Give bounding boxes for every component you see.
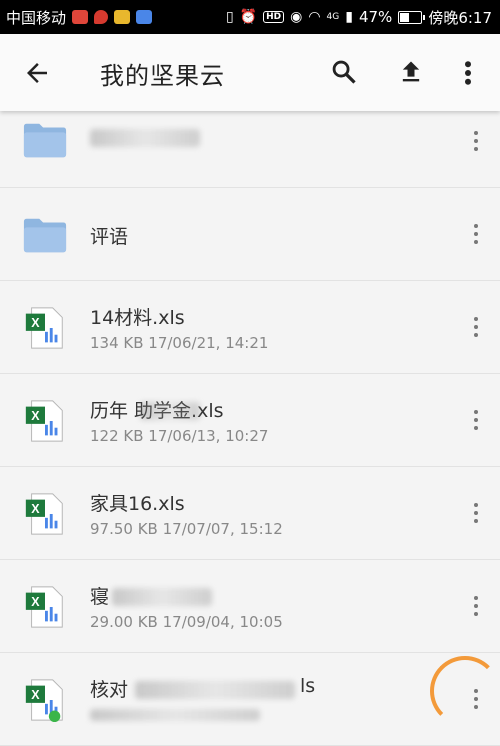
- list-item[interactable]: X 寝 29.00 KB 17/09/04, 10:05: [0, 560, 500, 653]
- item-more-icon[interactable]: [470, 501, 482, 525]
- file-name: 家具16.xls: [90, 493, 185, 515]
- status-right: ▯ ⏰ HD ◉ ◠ 4G ▮ 47% 傍晚6:17: [226, 7, 492, 28]
- search-icon[interactable]: [330, 58, 358, 86]
- notification-icon-yellow: [114, 10, 131, 24]
- item-more-icon[interactable]: [470, 594, 482, 618]
- excel-file-icon: X: [25, 493, 63, 535]
- app-bar: 我的坚果云: [0, 34, 500, 111]
- carrier-label: 中国移动: [6, 8, 67, 27]
- item-more-icon[interactable]: [470, 222, 482, 246]
- item-more-icon[interactable]: [470, 129, 482, 153]
- svg-text:X: X: [31, 595, 40, 609]
- hd-icon: HD: [263, 11, 285, 23]
- arrow-back-icon[interactable]: [22, 58, 52, 88]
- highlight-circle-annotation: [430, 656, 500, 726]
- list-item[interactable]: 评语: [0, 188, 500, 281]
- folder-icon: [23, 218, 67, 253]
- vibrate-icon: ▯: [225, 9, 234, 25]
- file-name: 核对: [90, 679, 129, 701]
- svg-text:X: X: [31, 316, 40, 330]
- file-meta: 122 KB 17/06/13, 10:27: [90, 427, 269, 445]
- upload-icon[interactable]: [397, 58, 425, 86]
- status-left: 中国移动: [6, 7, 153, 28]
- signal-icon: ▮: [345, 9, 353, 25]
- svg-text:X: X: [31, 688, 40, 702]
- more-vert-icon[interactable]: [460, 58, 476, 88]
- battery-icon: [398, 10, 426, 24]
- item-more-icon[interactable]: [470, 408, 482, 432]
- svg-text:X: X: [31, 409, 40, 423]
- excel-file-icon: X: [25, 679, 63, 723]
- alarm-icon: ⏰: [239, 9, 258, 25]
- excel-file-icon: X: [25, 586, 63, 628]
- item-more-icon[interactable]: [470, 315, 482, 339]
- map-pin-icon: [94, 10, 109, 24]
- folder-icon: [23, 123, 67, 158]
- list-item[interactable]: X 家具16.xls 97.50 KB 17/07/07, 15:12: [0, 467, 500, 560]
- page-title: 我的坚果云: [100, 62, 225, 90]
- list-item[interactable]: X 14材料.xls 134 KB 17/06/21, 14:21: [0, 281, 500, 374]
- file-name: 寝: [90, 586, 110, 608]
- list-item[interactable]: X 核对 ls: [0, 653, 500, 746]
- eye-icon: ◉: [290, 9, 303, 25]
- blurred-name: [140, 402, 200, 420]
- blurred-name: [135, 681, 295, 699]
- notification-icon-blue: [136, 10, 153, 24]
- svg-text:X: X: [31, 502, 40, 516]
- list-item[interactable]: X 历年 助学金.xls 122 KB 17/06/13, 10:27: [0, 374, 500, 467]
- file-name: 14材料.xls: [90, 307, 185, 329]
- status-bar: 中国移动 ▯ ⏰ HD ◉ ◠ 4G ▮ 47% 傍晚6:17: [0, 0, 500, 34]
- network-type-label: 4G: [326, 12, 340, 22]
- clock: 傍晚6:17: [428, 8, 492, 27]
- file-meta: 134 KB 17/06/21, 14:21: [90, 334, 269, 352]
- notification-icon: [72, 10, 89, 24]
- excel-file-icon: X: [25, 400, 63, 442]
- file-meta: 97.50 KB 17/07/07, 15:12: [90, 520, 283, 538]
- excel-file-icon: X: [25, 307, 63, 349]
- file-meta: 29.00 KB 17/09/04, 10:05: [90, 613, 283, 631]
- wifi-icon: ◠: [308, 9, 321, 25]
- blurred-name: [112, 588, 212, 606]
- file-name: 评语: [90, 226, 129, 248]
- battery-percent: 47%: [358, 8, 393, 26]
- blurred-name: [90, 129, 200, 147]
- file-name-suffix: ls: [300, 675, 316, 697]
